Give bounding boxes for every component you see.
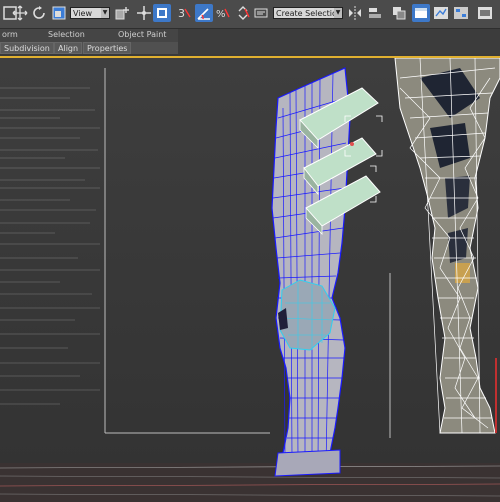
keyboard-shortcut-icon[interactable]: [153, 4, 171, 22]
curve-editor-icon[interactable]: [432, 4, 450, 22]
viewport-scene: [0, 58, 500, 502]
align-button[interactable]: Align: [54, 42, 83, 54]
named-selection-value: Create Selection S: [276, 9, 343, 18]
main-toolbar: View ▼ 3 % Create Selection S ▼: [0, 0, 500, 29]
snap-3-icon[interactable]: 3: [175, 4, 193, 22]
ground-plane: [0, 463, 500, 502]
tab-object-paint[interactable]: Object Paint: [118, 30, 166, 39]
tab-selection[interactable]: Selection: [48, 30, 85, 39]
material-editor-icon[interactable]: [476, 4, 494, 22]
tab-transform[interactable]: orm: [2, 30, 18, 39]
svg-text:3: 3: [178, 7, 185, 20]
svg-text:%: %: [216, 9, 226, 20]
schematic-view-icon[interactable]: [452, 4, 470, 22]
reference-coord-dropdown[interactable]: View ▼: [70, 7, 110, 19]
align-icon[interactable]: [366, 4, 384, 22]
rotate-icon[interactable]: [30, 4, 48, 22]
ribbon-icon[interactable]: [412, 4, 430, 22]
chevron-down-icon: ▼: [101, 8, 109, 18]
viewport-perspective[interactable]: [0, 56, 500, 502]
edit-named-selection-icon[interactable]: [252, 4, 270, 22]
ribbon-tab-bar: orm Selection Object Paint: [0, 29, 178, 42]
named-selection-dropdown[interactable]: Create Selection S ▼: [273, 7, 343, 19]
ribbon-empty-area: [178, 29, 500, 54]
select-manipulate-icon[interactable]: [135, 4, 153, 22]
subdivision-button[interactable]: Subdivision: [0, 42, 54, 54]
chevron-down-icon: ▼: [334, 8, 342, 18]
pivot-icon[interactable]: [113, 4, 131, 22]
percent-snap-icon[interactable]: %: [214, 4, 232, 22]
scale-icon[interactable]: [50, 4, 68, 22]
spinner-snap-icon[interactable]: [234, 4, 252, 22]
ribbon-button-row: Subdivision Align Properties: [0, 42, 178, 54]
properties-button[interactable]: Properties: [83, 42, 132, 54]
layer-icon[interactable]: [390, 4, 408, 22]
mirror-icon[interactable]: [346, 4, 364, 22]
angle-snap-icon[interactable]: [195, 4, 213, 22]
reference-coord-value: View: [73, 9, 92, 18]
select-move-icon[interactable]: [11, 4, 29, 22]
